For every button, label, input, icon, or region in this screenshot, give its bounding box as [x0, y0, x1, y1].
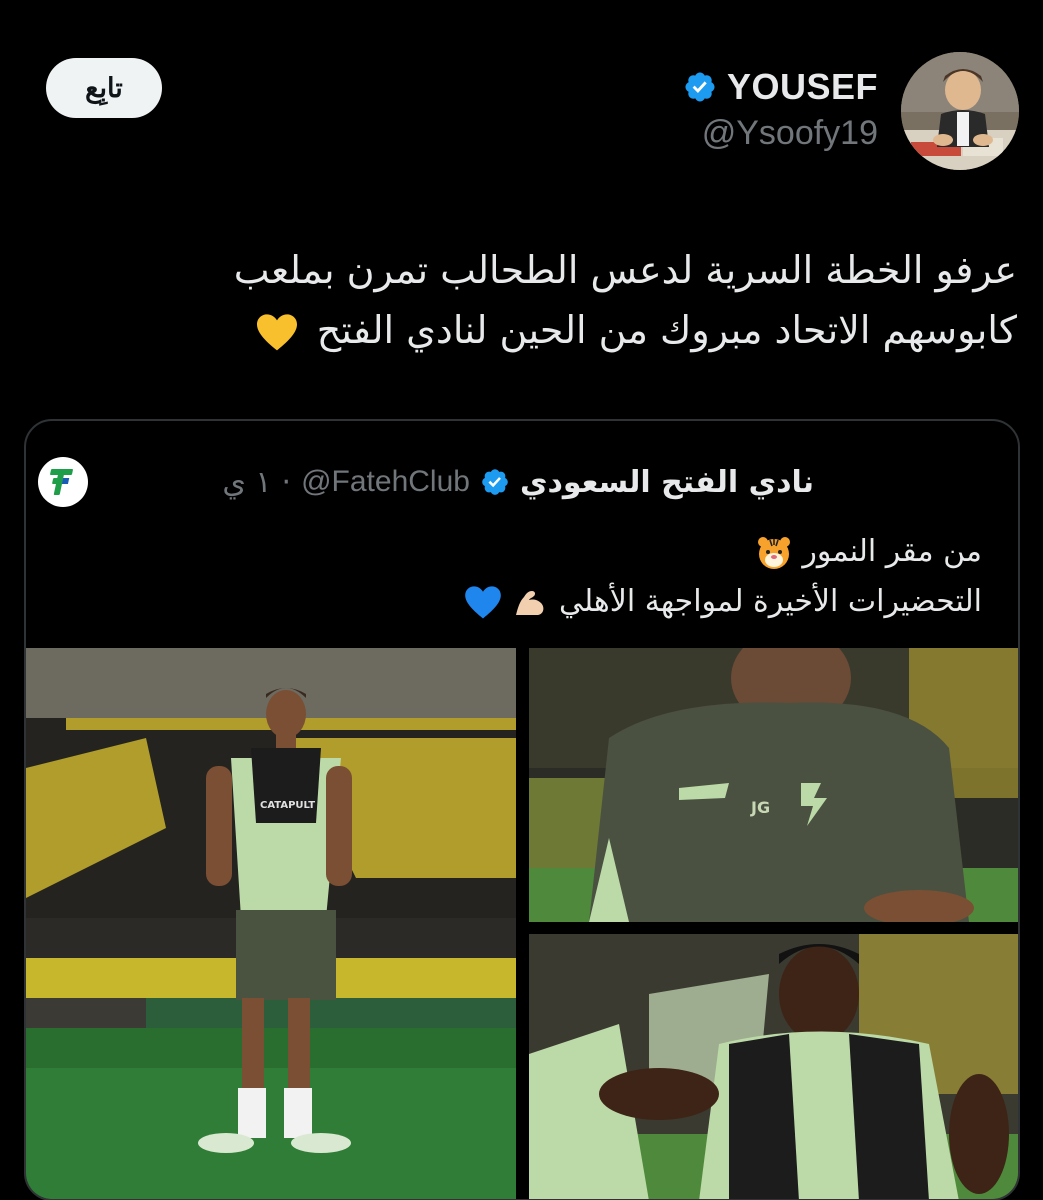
- flexed-biceps-icon: [516, 590, 544, 615]
- players-training-illustration: [529, 934, 1018, 1199]
- tweet-text-line2-wrap: كابوسهم الاتحاد مبروك من الحين لنادي الف…: [27, 300, 1017, 360]
- tweet-text-line1: عرفو الخطة السرية لدعس الطحالب تمرن بملع…: [233, 248, 1017, 292]
- player-on-pitch-illustration: CATAPULT: [26, 648, 516, 1199]
- quoted-tweet-text: من مقر النمور التحضيرات الأخيرة لمواجهة …: [82, 527, 982, 627]
- club-avatar[interactable]: [38, 457, 88, 507]
- quoted-text-line1: من مقر النمور: [802, 534, 982, 569]
- avatar[interactable]: [901, 52, 1019, 170]
- avatar-photo: [901, 52, 1019, 170]
- vest-label: CATAPULT: [260, 800, 315, 811]
- tweet-text-line2: كابوسهم الاتحاد مبروك من الحين لنادي الف…: [316, 308, 1017, 352]
- quoted-text-line1-wrap: من مقر النمور: [82, 527, 982, 577]
- tweet-text: عرفو الخطة السرية لدعس الطحالب تمرن بملع…: [27, 240, 1017, 360]
- verified-badge-icon: [685, 72, 715, 102]
- coach-photo[interactable]: JG: [529, 648, 1018, 922]
- tweet-screen: تابِع YOUSEF @Ysoofy19 عرفو الخطة السرية…: [0, 0, 1043, 1200]
- shirt-initials: JG: [750, 798, 770, 817]
- player-on-pitch-photo[interactable]: CATAPULT: [26, 648, 516, 1199]
- quoted-text-line2: التحضيرات الأخيرة لمواجهة الأهلي: [559, 584, 982, 619]
- verified-badge-icon: [482, 469, 508, 495]
- blue-heart-icon: [465, 585, 501, 618]
- quoted-user-handle[interactable]: @FatehClub: [301, 465, 470, 499]
- tiger-face-icon: [757, 536, 790, 569]
- quoted-user-name[interactable]: نادي الفتح السعودي: [520, 465, 814, 500]
- user-handle[interactable]: @Ysoofy19: [702, 114, 878, 153]
- follow-button[interactable]: تابِع: [46, 58, 162, 118]
- yellow-heart-icon: [256, 313, 297, 350]
- fateh-logo-icon: [50, 469, 73, 495]
- coach-illustration: JG: [529, 648, 1018, 922]
- quoted-timestamp[interactable]: ١ ي: [222, 465, 271, 500]
- quoted-tweet-card[interactable]: نادي الفتح السعودي @FatehClub · ١ ي من م…: [24, 419, 1020, 1200]
- user-name-row[interactable]: YOUSEF: [683, 66, 878, 108]
- quoted-tweet-header: نادي الفتح السعودي @FatehClub · ١ ي: [222, 459, 814, 505]
- quoted-text-line2-wrap: التحضيرات الأخيرة لمواجهة الأهلي: [82, 577, 982, 627]
- user-name[interactable]: YOUSEF: [727, 66, 878, 108]
- separator-dot: ·: [281, 464, 292, 500]
- players-training-photo[interactable]: [529, 934, 1018, 1199]
